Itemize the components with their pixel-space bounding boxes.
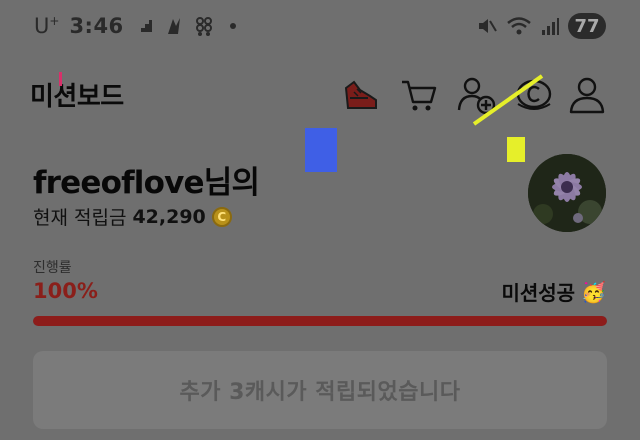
grid-app-icon [195,17,212,36]
points-value: 42,290 [132,205,206,228]
annotation-yellow-box [507,137,525,162]
progress-bar-fill [33,316,607,326]
battery-indicator: 77 [568,13,606,39]
mute-icon [479,19,497,33]
user-name: freeoflove님의 [33,165,260,201]
signal-icon [542,18,559,35]
avatar[interactable] [528,154,606,232]
status-bar: U+ 3:46 77 [0,0,640,52]
progress-value: 100% [33,279,98,303]
cart-icon[interactable] [398,74,440,116]
points-row: 현재 적립금 42,290 C [33,203,232,230]
activity-icon [167,18,180,34]
annotation-yellow-line [472,74,544,126]
sneaker-icon[interactable] [340,74,382,116]
points-label: 현재 적립금 [33,207,127,229]
progress-label: 진행률 [33,260,72,276]
mission-status-label: 미션성공 [501,281,576,305]
status-time: 3:46 [69,14,124,38]
reward-notice-text: 추가 3캐시가 적립되었습니다 [179,380,461,405]
mission-status: 미션성공 🥳 [501,277,606,306]
annotation-blue-box [305,128,337,172]
status-right: 77 [476,13,606,39]
annotation-pink-mark [59,72,62,86]
progress-bar [33,316,607,326]
steps-icon [135,20,152,32]
flower-photo-icon [528,154,606,232]
reward-notice-button[interactable]: 추가 3캐시가 적립되었습니다 [33,351,607,429]
carrier-label: U+ [34,14,60,38]
wifi-icon [507,17,531,35]
notification-dot [229,23,236,29]
page-title: 미션보드 [30,82,124,112]
status-left: U+ 3:46 [34,14,236,38]
profile-icon[interactable] [566,74,608,116]
coin-icon: C [211,206,232,227]
party-emoji-icon: 🥳 [581,279,606,304]
